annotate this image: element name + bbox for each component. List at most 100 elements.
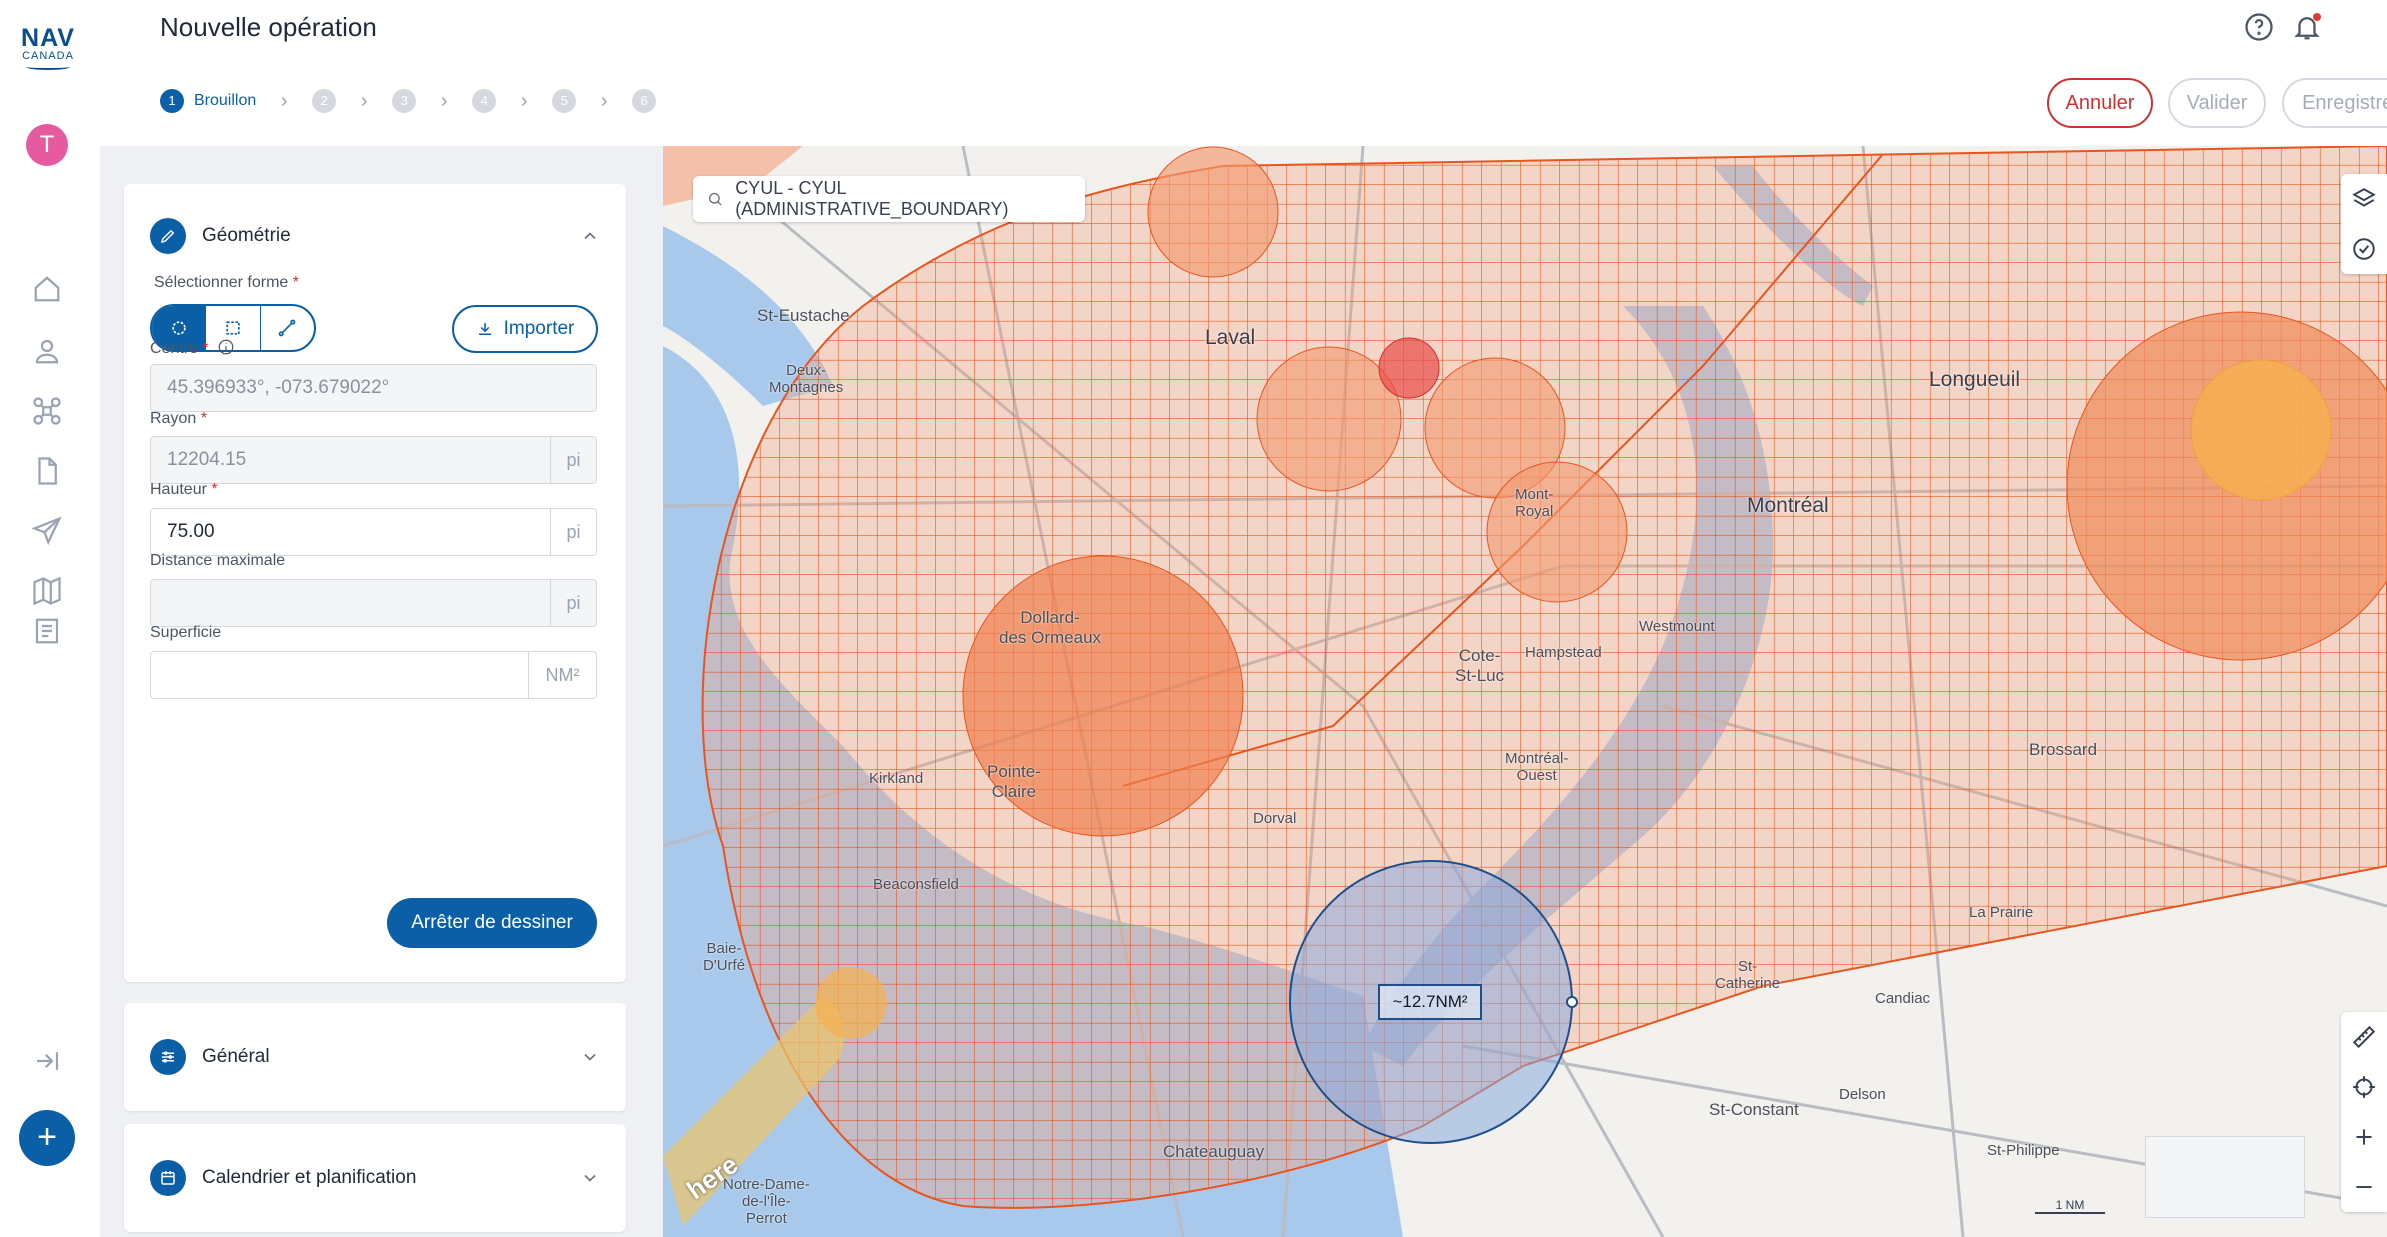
help-icon[interactable] <box>2244 12 2274 42</box>
center-field[interactable] <box>150 364 597 412</box>
map-label-chateauguay: Chateauguay <box>1163 1142 1265 1161</box>
map-label-dollard: Dollard- des Ormeaux <box>999 608 1102 647</box>
heliport-circle <box>815 967 887 1039</box>
step-3[interactable]: 3 <box>392 89 417 113</box>
map-label-mont-royal: Mont- Royal <box>1515 486 1554 520</box>
shape-label-text: Sélectionner forme <box>154 274 289 291</box>
scale-bar: 1 NM <box>2035 1198 2105 1214</box>
drone-icon[interactable] <box>30 394 64 428</box>
required-mark: * <box>211 481 218 498</box>
chevron-up-icon[interactable] <box>580 226 600 246</box>
map-label-st-constant: St-Constant <box>1709 1100 1799 1119</box>
crosshair-icon[interactable] <box>2341 1062 2387 1112</box>
bell-icon[interactable] <box>2292 12 2322 42</box>
map-label-kirkland: Kirkland <box>869 770 924 787</box>
avatar[interactable]: T <box>26 124 68 166</box>
center-input[interactable] <box>151 365 596 411</box>
document-icon[interactable] <box>30 454 64 488</box>
radius-unit: pi <box>550 437 596 483</box>
radius-input[interactable] <box>151 437 550 483</box>
step-2[interactable]: 2 <box>312 89 337 113</box>
radius-field[interactable]: pi <box>150 436 597 484</box>
chevron-right-icon: › <box>360 89 368 112</box>
nav-canada-logo[interactable]: NAV CANADA <box>18 26 78 70</box>
zoom-out-icon[interactable] <box>2341 1162 2387 1212</box>
step-label: Brouillon <box>194 92 257 109</box>
map-label-longueuil: Longueuil <box>1929 368 2021 391</box>
max-distance-field[interactable]: pi <box>150 579 597 627</box>
map-view[interactable]: Laval Montréal Longueuil St-Eustache Deu… <box>663 146 2387 1237</box>
map-label-la-prairie: La Prairie <box>1969 904 2034 921</box>
map-label-candiac: Candiac <box>1875 990 1931 1007</box>
logbook-icon[interactable] <box>30 614 64 648</box>
radius-label-text: Rayon <box>150 410 197 427</box>
step-5[interactable]: 5 <box>552 89 577 113</box>
area-input[interactable] <box>151 652 528 698</box>
import-button[interactable]: Importer <box>452 305 598 353</box>
map-icon[interactable] <box>30 574 64 608</box>
chevron-right-icon: › <box>280 89 288 112</box>
chevron-right-icon: › <box>440 89 448 112</box>
layers-icon[interactable] <box>2341 174 2387 224</box>
map-label-brossard: Brossard <box>2029 740 2098 759</box>
logo-main-text: NAV <box>21 24 75 52</box>
map-label-notre-dame: Notre-Dame- de-l'Île- Perrot <box>723 1176 810 1227</box>
check-circle-icon[interactable] <box>2341 224 2387 274</box>
geometry-title: Géométrie <box>202 225 291 246</box>
save-button[interactable]: Enregistrer <box>2282 78 2387 128</box>
height-unit: pi <box>550 509 596 555</box>
validate-button[interactable]: Valider <box>2168 78 2266 128</box>
area-label: Superficie <box>150 624 222 641</box>
rectangle-dashed-icon <box>226 321 240 335</box>
add-button[interactable]: + <box>19 1110 75 1166</box>
pencil-icon <box>150 218 186 254</box>
map-search-value: CYUL - CYUL (ADMINISTRATIVE_BOUNDARY) <box>735 178 1009 219</box>
geometry-header[interactable]: Géométrie <box>150 218 291 254</box>
height-input[interactable] <box>151 509 550 555</box>
chevron-down-icon[interactable] <box>580 1047 600 1067</box>
cancel-button[interactable]: Annuler <box>2047 78 2153 128</box>
notification-dot <box>2313 13 2321 21</box>
map-label-cote-st-luc: Cote- St-Luc <box>1455 646 1505 685</box>
general-header[interactable]: Général <box>150 1039 270 1075</box>
ruler-icon[interactable] <box>2341 1012 2387 1062</box>
zoom-in-icon[interactable] <box>2341 1112 2387 1162</box>
step-1[interactable]: 1 Brouillon <box>160 89 256 113</box>
step-number: 6 <box>632 89 657 113</box>
map-label-westmount: Westmount <box>1639 618 1715 635</box>
map-toolbar-bottom <box>2341 1012 2387 1212</box>
collapse-icon[interactable] <box>30 1044 64 1078</box>
chevron-down-icon[interactable] <box>580 1168 600 1188</box>
map-label-beaconsfield: Beaconsfield <box>873 876 959 893</box>
send-icon[interactable] <box>30 514 64 548</box>
center-label-text: Centre <box>150 340 199 357</box>
info-icon[interactable] <box>217 338 235 356</box>
step-number: 3 <box>392 89 417 113</box>
calendar-header[interactable]: Calendrier et planification <box>150 1160 416 1196</box>
map-search-field[interactable]: CYUL - CYUL (ADMINISTRATIVE_BOUNDARY) <box>693 176 1085 222</box>
sliders-icon <box>150 1039 186 1075</box>
calendar-card[interactable]: Calendrier et planification <box>124 1124 626 1232</box>
step-number: 5 <box>552 89 577 113</box>
map-label-hampstead: Hampstead <box>1525 644 1602 661</box>
map-label-baie-durfe: Baie- D'Urfé <box>703 940 746 974</box>
map-label-laval: Laval <box>1205 326 1256 349</box>
polyline-shape-button[interactable] <box>261 306 314 350</box>
area-field[interactable]: NM² <box>150 651 597 699</box>
user-icon[interactable] <box>30 334 64 368</box>
step-6[interactable]: 6 <box>632 89 657 113</box>
stop-drawing-button[interactable]: Arrêter de dessiner <box>387 898 597 948</box>
map-label-montreal: Montréal <box>1747 494 1829 517</box>
home-icon[interactable] <box>30 272 64 306</box>
overview-minimap[interactable] <box>2145 1136 2305 1218</box>
height-field[interactable]: pi <box>150 508 597 556</box>
page-title: Nouvelle opération <box>160 12 377 42</box>
general-card[interactable]: Général <box>124 1003 626 1111</box>
max-distance-unit: pi <box>550 580 596 626</box>
map-label-dorval: Dorval <box>1253 810 1297 827</box>
step-4[interactable]: 4 <box>472 89 497 113</box>
area-unit: NM² <box>528 652 596 698</box>
map-canvas[interactable] <box>663 146 2387 1237</box>
max-distance-input[interactable] <box>151 580 550 626</box>
restricted-circle <box>1486 461 1628 603</box>
